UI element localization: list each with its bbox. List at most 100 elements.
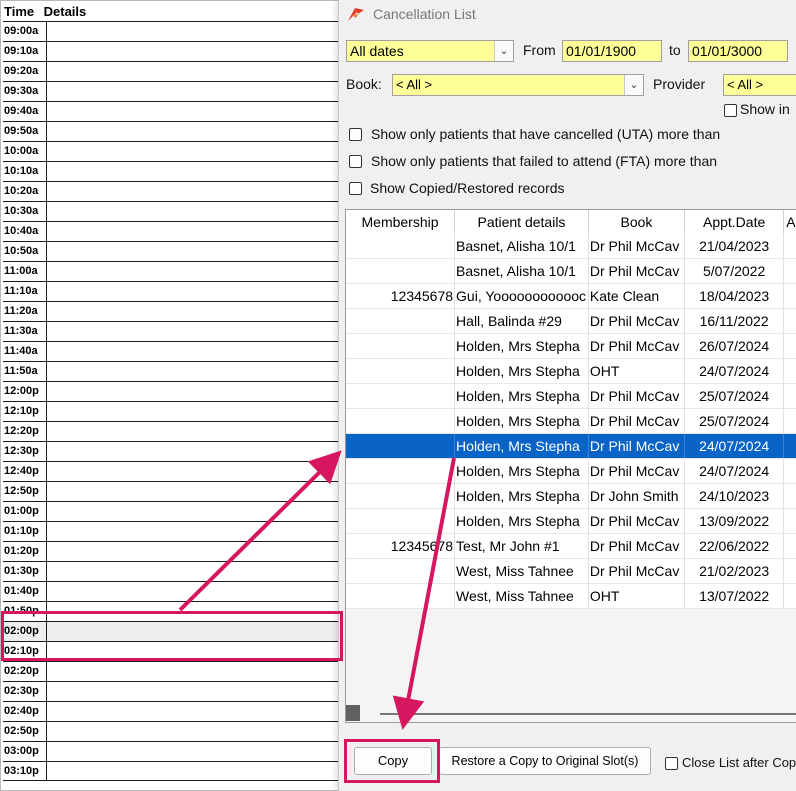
show-in-checkbox[interactable] [724,104,737,117]
extra-column-header[interactable]: A [784,210,796,234]
membership-cell [346,259,456,283]
table-row[interactable]: Basnet, Alisha 10/1 Dr Phil McCav 5/07/202… [346,259,796,284]
show-in-label: Show in [740,101,790,117]
schedule-slot[interactable]: 12:20p [3,421,339,441]
slot-time: 09:30a [3,82,47,101]
table-row[interactable]: Holden, Mrs Stepha Dr Phil McCav 25/07/202… [346,384,796,409]
slot-time: 10:20a [3,182,47,201]
table-row[interactable]: Holden, Mrs Stepha OHT 24/07/2024 [346,359,796,384]
schedule-slot[interactable]: 09:10a [3,41,339,61]
schedule-slot[interactable]: 09:40a [3,101,339,121]
schedule-slot[interactable]: 02:50p [3,721,339,741]
table-row[interactable]: Holden, Mrs Stepha Dr Phil McCav 24/07/202… [346,434,796,459]
table-row[interactable]: 12345678 Gui, Yoooooooooooc Kate Clean 18/0… [346,284,796,309]
slot-time: 12:20p [3,422,47,441]
scrollbar-thumb[interactable] [346,705,360,721]
schedule-slot[interactable]: 03:00p [3,741,339,761]
membership-cell [346,559,456,583]
chevron-down-icon[interactable]: ⌄ [494,41,513,61]
appt-date-column-header[interactable]: Appt.Date [685,210,785,234]
schedule-slot[interactable]: 12:00p [3,381,339,401]
schedule-slot[interactable]: 09:00a [3,21,339,41]
schedule-slot[interactable]: 01:00p [3,501,339,521]
patient-details-cell: Holden, Mrs Stepha [455,509,589,533]
membership-cell [346,459,456,483]
schedule-slot[interactable]: 11:10a [3,281,339,301]
schedule-slot[interactable]: 10:30a [3,201,339,221]
horizontal-scrollbar[interactable] [346,704,796,722]
slot-time: 02:30p [3,682,47,701]
to-date-input[interactable]: 01/01/3000 [688,40,788,62]
schedule-slot[interactable]: 10:20a [3,181,339,201]
book-cell: Dr Phil McCav [589,334,686,358]
copied-restored-checkbox[interactable] [349,182,362,195]
membership-cell [346,359,456,383]
schedule-slot[interactable]: 12:30p [3,441,339,461]
extra-cell [784,559,796,583]
schedule-slot[interactable]: 11:40a [3,341,339,361]
from-date-input[interactable]: 01/01/1900 [562,40,662,62]
fta-checkbox[interactable] [349,155,362,168]
schedule-slot[interactable]: 01:40p [3,581,339,601]
slot-time: 12:30p [3,442,47,461]
schedule-slot[interactable]: 09:50a [3,121,339,141]
schedule-slot[interactable]: 12:10p [3,401,339,421]
book-cell: Dr Phil McCav [589,534,686,558]
schedule-slot[interactable]: 10:00a [3,141,339,161]
appt-date-cell: 24/07/2024 [685,459,785,483]
slot-details [47,682,339,701]
book-cell: Dr Phil McCav [589,259,686,283]
slot-time: 11:50a [3,362,47,381]
schedule-slot[interactable]: 10:50a [3,241,339,261]
schedule-slot[interactable]: 02:30p [3,681,339,701]
extra-cell [784,409,796,433]
schedule-slot[interactable]: 10:10a [3,161,339,181]
schedule-slot[interactable]: 10:40a [3,221,339,241]
restore-copy-button[interactable]: Restore a Copy to Original Slot(s) [439,747,651,775]
table-row[interactable]: Basnet, Alisha 10/1 Dr Phil McCav 21/04/20… [346,234,796,259]
table-row[interactable]: Holden, Mrs Stepha Dr Phil McCav 26/07/202… [346,334,796,359]
slot-time: 01:30p [3,562,47,581]
slot-time: 10:40a [3,222,47,241]
provider-label: Provider [653,76,706,92]
slot-details [47,702,339,721]
schedule-slot[interactable]: 03:10p [3,761,339,781]
schedule-slot[interactable]: 01:30p [3,561,339,581]
schedule-slot[interactable]: 01:20p [3,541,339,561]
schedule-slot[interactable]: 12:50p [3,481,339,501]
table-row[interactable]: 12345678 Test, Mr John #1 Dr Phil McCav 22/… [346,534,796,559]
chevron-down-icon[interactable]: ⌄ [624,75,643,95]
membership-column-header[interactable]: Membership [346,210,456,234]
schedule-slot[interactable]: 01:10p [3,521,339,541]
schedule-slot[interactable]: 11:30a [3,321,339,341]
schedule-slot[interactable]: 02:20p [3,661,339,681]
date-range-select[interactable]: All dates ⌄ [346,40,514,62]
schedule-slot[interactable]: 11:20a [3,301,339,321]
provider-select[interactable]: < All > [723,74,796,96]
schedule-slot[interactable]: 02:40p [3,701,339,721]
schedule-slot[interactable]: 12:40p [3,461,339,481]
schedule-slot[interactable]: 11:00a [3,261,339,281]
table-row[interactable]: Holden, Mrs Stepha Dr Phil McCav 13/09/202… [346,509,796,534]
book-select[interactable]: < All > ⌄ [392,74,644,96]
table-row[interactable]: West, Miss Tahnee OHT 13/07/2022 [346,584,796,609]
uta-checkbox[interactable] [349,128,362,141]
table-row[interactable]: Holden, Mrs Stepha Dr John Smith 24/10/202… [346,484,796,509]
slot-details [47,502,339,521]
table-row[interactable]: Holden, Mrs Stepha Dr Phil McCav 24/07/202… [346,459,796,484]
schedule-slot[interactable]: 09:30a [3,81,339,101]
scrollbar-track[interactable] [380,713,796,715]
table-row[interactable]: Hall, Balinda #29 Dr Phil McCav 16/11/2022 [346,309,796,334]
extra-cell [784,359,796,383]
table-row[interactable]: Holden, Mrs Stepha Dr Phil McCav 25/07/202… [346,409,796,434]
book-cell: Dr John Smith [589,484,686,508]
book-column-header[interactable]: Book [589,210,686,234]
slot-details [47,222,339,241]
close-after-copy-checkbox[interactable] [665,757,678,770]
schedule-slot[interactable]: 09:20a [3,61,339,81]
table-row[interactable]: West, Miss Tahnee Dr Phil McCav 21/02/2023 [346,559,796,584]
schedule-slot[interactable]: 11:50a [3,361,339,381]
cancellation-table: Membership Patient details Book Appt.Dat… [345,209,796,723]
slot-details [47,42,339,61]
patient-details-column-header[interactable]: Patient details [455,210,589,234]
